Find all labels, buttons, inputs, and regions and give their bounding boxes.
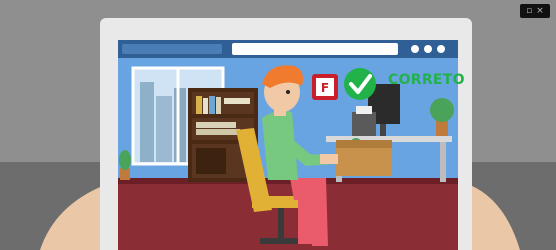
close-icon[interactable]: × [536,6,544,16]
printer [352,112,376,136]
browser-address-bar [232,43,398,55]
plant-left [119,150,131,170]
browser-dot-3 [437,45,445,53]
svg-text:F: F [321,81,329,95]
video-frame: F CORRETO ▫ × [0,0,556,250]
feedback-label: CORRETO [388,72,465,88]
player-controls: ▫ × [520,4,550,18]
building-3 [174,88,186,162]
minimize-icon[interactable]: ▫ [526,6,532,16]
browser-dot-1 [411,45,419,53]
building-2 [156,96,172,162]
browser-dot-2 [424,45,432,53]
plant-right [430,98,454,122]
scene-illustration: F [0,0,556,250]
check-circle-icon [344,68,376,100]
browser-tab [122,44,222,54]
building-1 [140,82,154,162]
